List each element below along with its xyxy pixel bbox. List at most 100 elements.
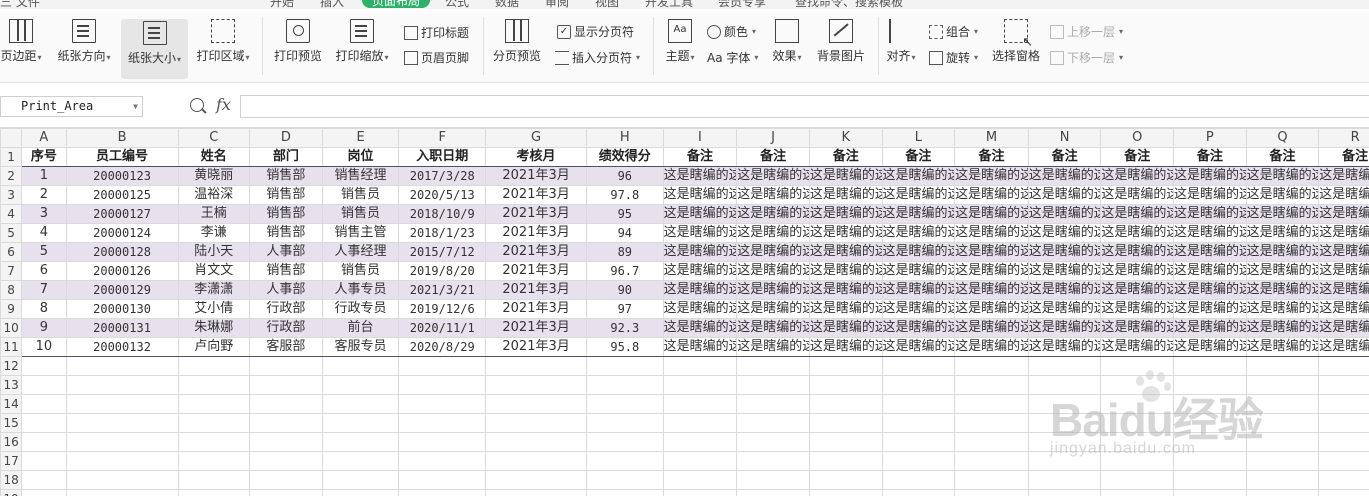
cell[interactable]: 20000131 [65, 318, 179, 338]
cell[interactable] [1245, 356, 1320, 376]
cell[interactable] [881, 375, 956, 395]
print-preview-button[interactable]: 打印预览 [270, 19, 326, 63]
cell[interactable]: 销售部 [249, 204, 323, 224]
cell[interactable] [485, 451, 587, 471]
cell[interactable]: 备注 [1027, 147, 1102, 167]
cell[interactable]: 这是瞎编的这是瞎编的这是瞎编的这是瞎编的这是瞎编的这是瞎编的这是瞎编的这是瞎编的… [954, 261, 1029, 281]
cell[interactable]: 这是瞎编的这是瞎编的这是瞎编的这是瞎编的这是瞎编的这是瞎编的这是瞎编的这是瞎编的… [662, 242, 738, 262]
tab-formula[interactable]: 公式 [445, 0, 469, 9]
cell[interactable]: 20000129 [65, 280, 179, 300]
cell[interactable] [662, 470, 738, 490]
column-header-m[interactable]: M [954, 128, 1029, 148]
cell[interactable] [1245, 394, 1320, 414]
cell[interactable]: 这是瞎编的这是瞎编的这是瞎编的这是瞎编的这是瞎编的这是瞎编的这是瞎编的这是瞎编的… [1318, 261, 1369, 281]
cell[interactable]: 这是瞎编的这是瞎编的这是瞎编的这是瞎编的这是瞎编的这是瞎编的这是瞎编的这是瞎编的… [881, 299, 956, 319]
cell[interactable]: 前台 [321, 318, 400, 338]
cell[interactable]: 这是瞎编的这是瞎编的这是瞎编的这是瞎编的这是瞎编的这是瞎编的这是瞎编的这是瞎编的… [808, 223, 883, 243]
row-header[interactable]: 6 [0, 242, 23, 262]
cell[interactable]: 8 [21, 299, 67, 319]
cell[interactable]: 这是瞎编的这是瞎编的这是瞎编的这是瞎编的这是瞎编的这是瞎编的这是瞎编的这是瞎编的… [1245, 261, 1320, 281]
cell[interactable]: 这是瞎编的这是瞎编的这是瞎编的这是瞎编的这是瞎编的这是瞎编的这是瞎编的这是瞎编的… [1173, 223, 1247, 243]
cell[interactable]: 这是瞎编的这是瞎编的这是瞎编的这是瞎编的这是瞎编的这是瞎编的这是瞎编的这是瞎编的… [1100, 166, 1175, 186]
cell[interactable] [1245, 470, 1320, 490]
cell[interactable]: 销售部 [249, 261, 323, 281]
cell[interactable] [1100, 470, 1175, 490]
cell[interactable] [808, 375, 883, 395]
cell[interactable] [881, 470, 956, 490]
cell[interactable]: 97 [585, 299, 664, 319]
cell[interactable]: 这是瞎编的这是瞎编的这是瞎编的这是瞎编的这是瞎编的这是瞎编的这是瞎编的这是瞎编的… [1245, 280, 1320, 300]
cell[interactable]: 这是瞎编的这是瞎编的这是瞎编的这是瞎编的这是瞎编的这是瞎编的这是瞎编的这是瞎编的… [662, 318, 738, 338]
cell[interactable]: 这是瞎编的这是瞎编的这是瞎编的这是瞎编的这是瞎编的这是瞎编的这是瞎编的这是瞎编的… [662, 280, 738, 300]
cell[interactable] [249, 413, 323, 433]
cell[interactable]: 2021年3月 [485, 242, 587, 262]
cell[interactable]: 2020/11/1 [398, 318, 487, 338]
cell[interactable] [736, 375, 810, 395]
cell[interactable] [662, 451, 738, 471]
cell[interactable]: 这是瞎编的这是瞎编的这是瞎编的这是瞎编的这是瞎编的这是瞎编的这是瞎编的这是瞎编的… [1245, 318, 1320, 338]
tab-insert[interactable]: 插入 [320, 0, 344, 9]
cell[interactable]: 97.8 [585, 185, 664, 205]
cell[interactable] [1027, 432, 1102, 452]
cell[interactable]: 黄晓丽 [177, 166, 251, 186]
cell[interactable]: 这是瞎编的这是瞎编的这是瞎编的这是瞎编的这是瞎编的这是瞎编的这是瞎编的这是瞎编的… [954, 204, 1029, 224]
cell[interactable] [249, 432, 323, 452]
cell[interactable]: 20000125 [65, 185, 179, 205]
cell[interactable]: 95 [585, 204, 664, 224]
cell[interactable]: 备注 [1173, 147, 1247, 167]
cell[interactable]: 7 [21, 280, 67, 300]
cell[interactable]: 李谦 [177, 223, 251, 243]
row-header[interactable]: 8 [0, 280, 23, 300]
cell[interactable]: 这是瞎编的这是瞎编的这是瞎编的这是瞎编的这是瞎编的这是瞎编的这是瞎编的这是瞎编的… [1100, 337, 1175, 357]
cell[interactable] [177, 375, 251, 395]
cell[interactable]: 20000128 [65, 242, 179, 262]
cell[interactable]: 这是瞎编的这是瞎编的这是瞎编的这是瞎编的这是瞎编的这是瞎编的这是瞎编的这是瞎编的… [1318, 299, 1369, 319]
cell[interactable] [881, 451, 956, 471]
row-header[interactable]: 3 [0, 185, 23, 205]
row-header[interactable]: 11 [0, 337, 23, 357]
cell[interactable]: 这是瞎编的这是瞎编的这是瞎编的这是瞎编的这是瞎编的这是瞎编的这是瞎编的这是瞎编的… [1027, 337, 1102, 357]
cell[interactable]: 人事部 [249, 280, 323, 300]
cell[interactable] [21, 432, 67, 452]
send-backward-button[interactable]: 下移一层 ▾ [1050, 49, 1123, 67]
cell[interactable]: 销售员 [321, 185, 400, 205]
cell[interactable] [736, 470, 810, 490]
column-header-j[interactable]: J [736, 128, 810, 148]
cell[interactable]: 这是瞎编的这是瞎编的这是瞎编的这是瞎编的这是瞎编的这是瞎编的这是瞎编的这是瞎编的… [736, 261, 810, 281]
tab-developer[interactable]: 开发工具 [645, 0, 693, 9]
cell[interactable] [954, 375, 1029, 395]
column-header-g[interactable]: G [485, 128, 587, 148]
cell[interactable]: 1 [21, 166, 67, 186]
cell[interactable] [662, 356, 738, 376]
cell[interactable]: 这是瞎编的这是瞎编的这是瞎编的这是瞎编的这是瞎编的这是瞎编的这是瞎编的这是瞎编的… [808, 318, 883, 338]
cell[interactable]: 这是瞎编的这是瞎编的这是瞎编的这是瞎编的这是瞎编的这是瞎编的这是瞎编的这是瞎编的… [881, 185, 956, 205]
cell[interactable] [1027, 356, 1102, 376]
spreadsheet-grid[interactable]: ABCDEFGHIJKLMNOPQR 1 序号 员工编号 姓名 部门 岗位 入职日期 考核月绩… [0, 128, 1369, 496]
cell[interactable] [321, 432, 400, 452]
cell[interactable]: 这是瞎编的这是瞎编的这是瞎编的这是瞎编的这是瞎编的这是瞎编的这是瞎编的这是瞎编的… [808, 204, 883, 224]
fx-icon[interactable]: fx [216, 95, 231, 114]
cell[interactable]: 这是瞎编的这是瞎编的这是瞎编的这是瞎编的这是瞎编的这是瞎编的这是瞎编的这是瞎编的… [736, 280, 810, 300]
cell[interactable]: 2021年3月 [485, 204, 587, 224]
cell[interactable]: 这是瞎编的这是瞎编的这是瞎编的这是瞎编的这是瞎编的这是瞎编的这是瞎编的这是瞎编的… [808, 261, 883, 281]
cell[interactable] [736, 394, 810, 414]
cell[interactable] [585, 432, 664, 452]
name-box[interactable]: Print_Area ▼ [0, 96, 143, 117]
cell[interactable] [1318, 413, 1369, 433]
cell[interactable]: 这是瞎编的这是瞎编的这是瞎编的这是瞎编的这是瞎编的这是瞎编的这是瞎编的这是瞎编的… [954, 318, 1029, 338]
cell[interactable] [65, 451, 179, 471]
column-header-l[interactable]: L [881, 128, 956, 148]
cell[interactable] [1027, 451, 1102, 471]
cell[interactable] [808, 413, 883, 433]
cell[interactable]: 这是瞎编的这是瞎编的这是瞎编的这是瞎编的这是瞎编的这是瞎编的这是瞎编的这是瞎编的… [1173, 261, 1247, 281]
cell[interactable] [1318, 375, 1369, 395]
cell[interactable] [398, 470, 487, 490]
cell[interactable]: 这是瞎编的这是瞎编的这是瞎编的这是瞎编的这是瞎编的这是瞎编的这是瞎编的这是瞎编的… [1027, 242, 1102, 262]
cell[interactable] [1173, 432, 1247, 452]
align-button[interactable]: 对齐▾ [882, 19, 920, 65]
cell[interactable]: 这是瞎编的这是瞎编的这是瞎编的这是瞎编的这是瞎编的这是瞎编的这是瞎编的这是瞎编的… [662, 261, 738, 281]
cell[interactable]: 这是瞎编的这是瞎编的这是瞎编的这是瞎编的这是瞎编的这是瞎编的这是瞎编的这是瞎编的… [1318, 280, 1369, 300]
cell[interactable]: 这是瞎编的这是瞎编的这是瞎编的这是瞎编的这是瞎编的这是瞎编的这是瞎编的这是瞎编的… [1027, 204, 1102, 224]
cell[interactable] [1245, 413, 1320, 433]
cell[interactable]: 这是瞎编的这是瞎编的这是瞎编的这是瞎编的这是瞎编的这是瞎编的这是瞎编的这是瞎编的… [954, 280, 1029, 300]
